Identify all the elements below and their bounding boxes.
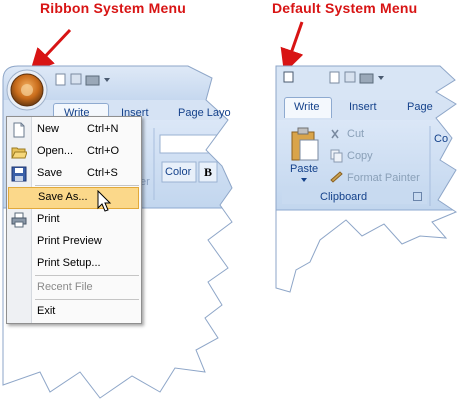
copy-button[interactable]: Copy [347, 150, 373, 162]
format-painter-button[interactable]: Format Painter [347, 172, 420, 184]
paste-dropdown-arrow-icon[interactable] [301, 178, 307, 182]
right-tab-insert[interactable]: Insert [349, 101, 377, 113]
dialog-launcher-icon[interactable] [413, 192, 422, 201]
clipboard-group-label: Clipboard [320, 191, 368, 203]
system-menu-icon[interactable] [283, 71, 294, 83]
right-tab-page[interactable]: Page [407, 101, 433, 113]
right-window-frame [275, 65, 458, 293]
right-tab-write[interactable]: Write [294, 101, 319, 113]
partial-ribbon-button[interactable]: Co [434, 133, 448, 145]
cut-button[interactable]: Cut [347, 128, 364, 140]
paste-button[interactable]: Paste [290, 163, 318, 175]
